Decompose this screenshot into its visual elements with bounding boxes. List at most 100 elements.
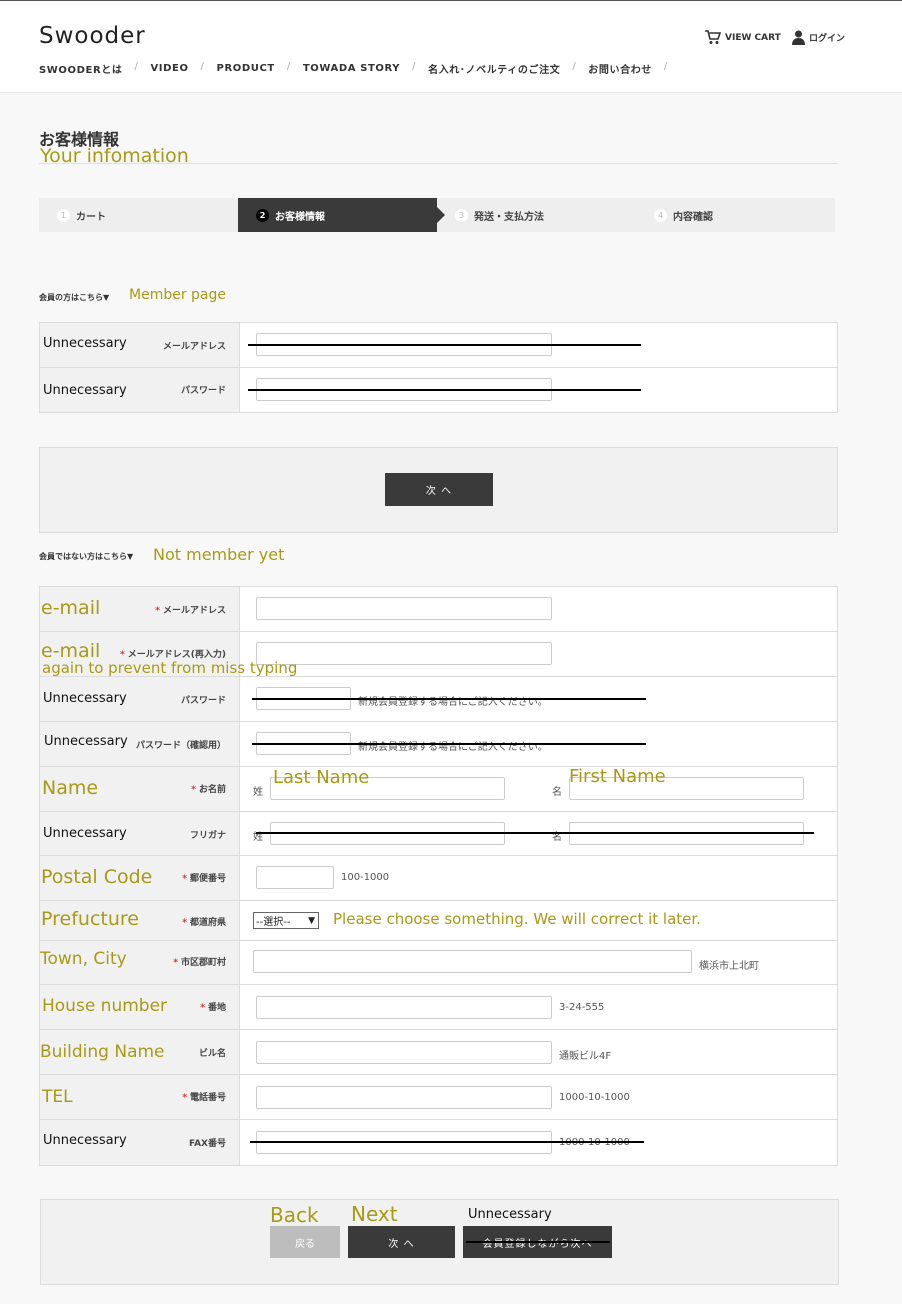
strike-line — [248, 389, 641, 391]
postal-code-input[interactable] — [256, 866, 334, 889]
step-label: 発送・支払方法 — [474, 211, 544, 223]
row-annotation: Town, City — [40, 949, 127, 969]
nav-separator: / — [412, 61, 417, 72]
row-label: Unnecessary フリガナ — [40, 812, 240, 855]
step-number: 3 — [455, 208, 468, 222]
row-label-text: メールアドレス — [162, 606, 226, 616]
row-label-text: 番地 — [207, 1003, 226, 1013]
row-label: Unnecessary メールアドレス — [40, 323, 240, 367]
row-cell — [240, 587, 837, 631]
view-cart-label: VIEW CART — [725, 32, 781, 43]
next-button[interactable]: 次 へ — [348, 1226, 455, 1258]
city-input[interactable] — [253, 950, 692, 973]
row-label-text: FAX番号 — [188, 1139, 226, 1149]
row-cell: 3-24-555 — [240, 985, 837, 1029]
row-label: Unnecessary パスワード — [40, 368, 240, 412]
row-cell: 姓 Last Name 名 First Name — [240, 766, 837, 811]
row-cell: 通販ビル4F — [240, 1030, 837, 1074]
required-mark: * — [182, 874, 187, 884]
row-cell: 新規会員登録する場合にご記入ください。 — [240, 677, 837, 721]
required-mark: * — [182, 918, 187, 928]
nonmember-section-label: 会員ではない方はこちら▼ — [39, 552, 134, 561]
city-hint: 横浜市上北町 — [699, 961, 759, 972]
nav-item-contact[interactable]: お問い合わせ — [588, 61, 652, 76]
strike-line — [248, 344, 641, 346]
chevron-down-icon: ▼ — [308, 916, 315, 926]
password-hint: 新規会員登録する場合にご記入ください。 — [358, 697, 548, 708]
first-name-prefix: 名 — [552, 787, 562, 798]
required-mark: * — [155, 606, 160, 616]
row-annotation: Postal Code — [41, 866, 153, 888]
house-number-hint: 3-24-555 — [559, 1002, 605, 1013]
step-label: お客様情報 — [275, 211, 325, 223]
checkout-steps: 1 カート 2 お客様情報 3 発送・支払方法 4 内容確認 — [39, 198, 835, 232]
member-next-button[interactable]: 次 へ — [385, 473, 493, 506]
form-actions-box: Back Next Unnecessary 戻る 次 へ 会員登録しながら次へ — [40, 1199, 839, 1285]
member-section-label: 会員の方はこちら▼ — [39, 293, 110, 302]
first-name-annotation: First Name — [569, 766, 666, 787]
nav-item-novelty[interactable]: 名入れ･ノベルティのご注文 — [428, 61, 560, 76]
row-annotation: Unnecessary — [43, 336, 127, 351]
nav-item-towada-story[interactable]: TOWADA STORY — [303, 61, 400, 76]
strike-line — [256, 832, 814, 834]
row-label: Unnecessary FAX番号 — [40, 1120, 240, 1165]
prefecture-select-value: --選択-- — [256, 917, 291, 928]
step-label: カート — [76, 211, 106, 223]
building-input[interactable] — [256, 1041, 552, 1064]
row-cell: 姓 名 — [240, 812, 837, 855]
back-annotation: Back — [270, 1203, 319, 1227]
nav-separator: / — [134, 61, 139, 72]
tel-input[interactable] — [256, 1086, 552, 1109]
strike-line — [250, 1141, 644, 1143]
site-header: Swooder SWOODERとは / VIDEO / PRODUCT / TOWAD… — [0, 1, 902, 93]
row-label-text: メールアドレス — [162, 342, 226, 352]
building-hint: 通販ビル4F — [559, 1051, 612, 1062]
nav-item-about[interactable]: SWOODERとは — [39, 61, 122, 76]
row-label-text: パスワード — [180, 696, 226, 706]
row-cell: 1000-10-1000 — [240, 1120, 837, 1165]
nav-separator: / — [572, 61, 577, 72]
email-input[interactable] — [256, 597, 552, 620]
step-customer-info: 2 お客様情報 — [238, 198, 445, 232]
row-cell: 100-1000 — [240, 856, 837, 900]
back-button[interactable]: 戻る — [270, 1226, 340, 1258]
row-cell — [240, 323, 837, 367]
cart-icon — [705, 30, 721, 44]
row-cell — [240, 368, 837, 412]
view-cart-link[interactable]: VIEW CART — [705, 30, 781, 45]
row-label: Building Name ビル名 — [40, 1030, 240, 1074]
row-annotation: Unnecessary — [43, 383, 127, 398]
row-label: Unnecessary パスワード — [40, 677, 240, 721]
row-label-text: フリガナ — [189, 831, 226, 841]
email-confirm-input[interactable] — [256, 642, 552, 665]
strike-line — [252, 743, 646, 745]
row-cell: 横浜市上北町 — [240, 941, 837, 984]
house-number-input[interactable] — [256, 996, 552, 1019]
nav-separator: / — [286, 61, 291, 72]
email-confirm-annotation: again to prevent from miss typing — [42, 659, 298, 677]
tel-hint: 1000-10-1000 — [559, 1092, 630, 1103]
row-label-text: パスワード — [180, 386, 226, 396]
city-row: Town, City * 市区郡町村 横浜市上北町 — [40, 941, 837, 985]
required-mark: * — [200, 1003, 205, 1013]
prefecture-select[interactable]: --選択-- ▼ — [253, 912, 319, 929]
nav-item-video[interactable]: VIDEO — [150, 61, 188, 76]
main-nav: SWOODERとは / VIDEO / PRODUCT / TOWADA STORY /… — [39, 61, 680, 76]
nav-item-product[interactable]: PRODUCT — [217, 61, 275, 76]
row-label-text: お名前 — [198, 785, 226, 795]
row-label: Unnecessary パスワード（確認用） — [40, 722, 240, 766]
step-label: 内容確認 — [673, 211, 713, 223]
login-link[interactable]: ログイン — [792, 30, 845, 45]
row-label: Town, City * 市区郡町村 — [40, 941, 240, 984]
member-login-table: Unnecessary メールアドレス Unnecessary パスワード — [39, 322, 838, 413]
password-row: Unnecessary パスワード 新規会員登録する場合にご記入ください。 — [40, 677, 837, 722]
step-confirm: 4 内容確認 — [636, 198, 835, 232]
nav-separator: / — [200, 61, 205, 72]
site-logo[interactable]: Swooder — [39, 23, 146, 49]
row-label: Name * お名前 — [40, 767, 240, 811]
building-row: Building Name ビル名 通販ビル4F — [40, 1030, 837, 1075]
step-cart: 1 カート — [39, 198, 238, 232]
row-label-text: * 番地 — [200, 1000, 226, 1013]
postal-code-hint: 100-1000 — [341, 872, 390, 883]
row-annotation: Unnecessary — [43, 1133, 127, 1148]
